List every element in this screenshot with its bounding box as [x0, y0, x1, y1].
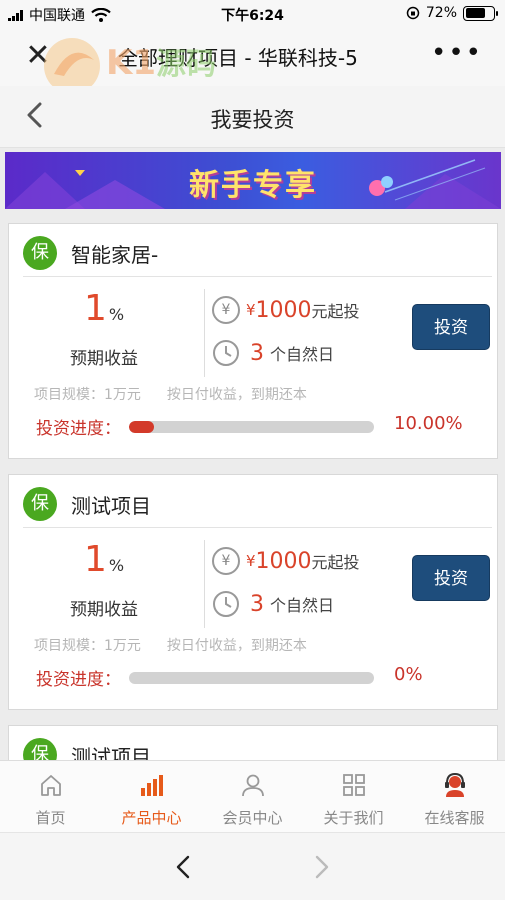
- min-investment: ¥ ¥1000 元起投: [212, 547, 360, 575]
- promo-banner[interactable]: 新手专享: [5, 152, 501, 209]
- rate-label: 预期收益: [70, 600, 138, 620]
- home-icon: [40, 775, 61, 796]
- battery-icon: [463, 5, 498, 21]
- currency-symbol: ¥: [246, 552, 256, 570]
- guarantee-badge: 保: [23, 487, 57, 521]
- repayment-method: 按日付收益，到期还本: [166, 638, 307, 654]
- yuan-icon: ¥: [212, 296, 240, 324]
- product-card[interactable]: 保 智能家居- 1% 预期收益 ¥ ¥1000 元起投 3 个自然日 投资 项目规模…: [8, 223, 498, 459]
- expected-rate: 1%: [29, 288, 179, 329]
- rate-unit: %: [108, 305, 125, 324]
- nav-label: 关于我们: [323, 809, 384, 827]
- rate-label: 预期收益: [70, 349, 138, 369]
- nav-item-member[interactable]: 会员中心: [202, 761, 303, 832]
- product-meta: 项目规模：1万元 按日付收益，到期还本: [34, 635, 307, 655]
- status-right: 72%: [406, 5, 498, 21]
- page-title: 我要投资: [210, 108, 295, 132]
- divider: [23, 527, 492, 528]
- project-scale: 项目规模：1万元: [34, 387, 141, 403]
- product-card[interactable]: 保 测试项目 1% 预期收益 ¥ ¥1000 元起投 3 个自然日 投资 项目规模：…: [8, 474, 498, 710]
- min-amount: 1000: [255, 297, 312, 323]
- min-suffix: 元起投: [311, 302, 360, 321]
- progress-label: 投资进度：: [36, 419, 121, 439]
- rate-value: 1: [83, 539, 107, 580]
- product-header: 保 测试项目: [23, 487, 151, 521]
- browser-toolbar: [0, 832, 505, 900]
- divider: [23, 276, 492, 277]
- more-icon[interactable]: •••: [431, 38, 483, 68]
- rate-value: 1: [83, 288, 107, 329]
- banner-title: 新手专享: [189, 168, 317, 203]
- browser-forward-icon[interactable]: [305, 851, 337, 883]
- support-agent-icon: [444, 772, 465, 797]
- min-suffix: 元起投: [311, 553, 360, 572]
- nav-item-home[interactable]: 首页: [0, 761, 101, 832]
- progress-bar: [129, 421, 154, 433]
- guarantee-badge: 保: [23, 236, 57, 270]
- currency-symbol: ¥: [246, 301, 256, 319]
- invest-button[interactable]: 投资: [412, 555, 490, 601]
- expected-rate: 1%: [29, 539, 179, 580]
- status-bar: 中国联通 下午6:24 72%: [0, 0, 505, 28]
- bar-chart-icon: [140, 775, 163, 796]
- days-suffix: 个自然日: [270, 345, 335, 364]
- vertical-divider: [204, 289, 205, 377]
- browser-title-bar: ✕ 全部理财项目 - 华联科技-5 ••• K1 源码 k1ym.com: [0, 28, 505, 106]
- days-suffix: 个自然日: [270, 596, 335, 615]
- nav-item-products[interactable]: 产品中心: [101, 761, 202, 832]
- product-header: 保 智能家居-: [23, 236, 158, 270]
- min-amount: 1000: [255, 548, 312, 574]
- term-days: 3 个自然日: [212, 339, 334, 367]
- browser-back-icon[interactable]: [168, 851, 200, 883]
- progress-label: 投资进度：: [36, 670, 121, 690]
- repayment-method: 按日付收益，到期还本: [166, 387, 307, 403]
- clock-icon: [213, 340, 239, 366]
- nav-label: 在线客服: [424, 809, 485, 827]
- battery-percent: 72%: [425, 5, 457, 21]
- days-value: 3: [250, 340, 264, 366]
- min-investment: ¥ ¥1000 元起投: [212, 296, 360, 324]
- close-icon[interactable]: ✕: [22, 40, 54, 72]
- yuan-icon: ¥: [212, 547, 240, 575]
- term-days: 3 个自然日: [212, 590, 334, 618]
- nav-label: 会员中心: [222, 809, 283, 827]
- progress-percent: 0%: [394, 664, 423, 685]
- nav-item-support[interactable]: 在线客服: [404, 761, 505, 832]
- progress-percent: 10.00%: [394, 413, 463, 434]
- product-name: 测试项目: [71, 493, 151, 518]
- bottom-nav: 首页 产品中心 会员中心 关于我们 在线客服: [0, 760, 505, 832]
- clock-icon: [213, 591, 239, 617]
- orientation-lock-icon: [406, 6, 420, 20]
- progress-track: [129, 421, 374, 433]
- rate-unit: %: [108, 556, 125, 575]
- user-icon: [241, 774, 264, 797]
- nav-label: 首页: [35, 809, 66, 827]
- progress-track: [129, 672, 374, 684]
- browser-title: 全部理财项目 - 华联科技-5: [118, 46, 358, 70]
- nav-label: 产品中心: [121, 809, 182, 827]
- product-name: 智能家居-: [71, 242, 159, 267]
- project-scale: 项目规模：1万元: [34, 638, 141, 654]
- grid-icon: [342, 774, 365, 796]
- invest-button[interactable]: 投资: [412, 304, 490, 350]
- nav-item-about[interactable]: 关于我们: [303, 761, 404, 832]
- days-value: 3: [250, 591, 264, 617]
- product-meta: 项目规模：1万元 按日付收益，到期还本: [34, 384, 307, 404]
- page-header: 我要投资: [0, 86, 505, 148]
- vertical-divider: [204, 540, 205, 628]
